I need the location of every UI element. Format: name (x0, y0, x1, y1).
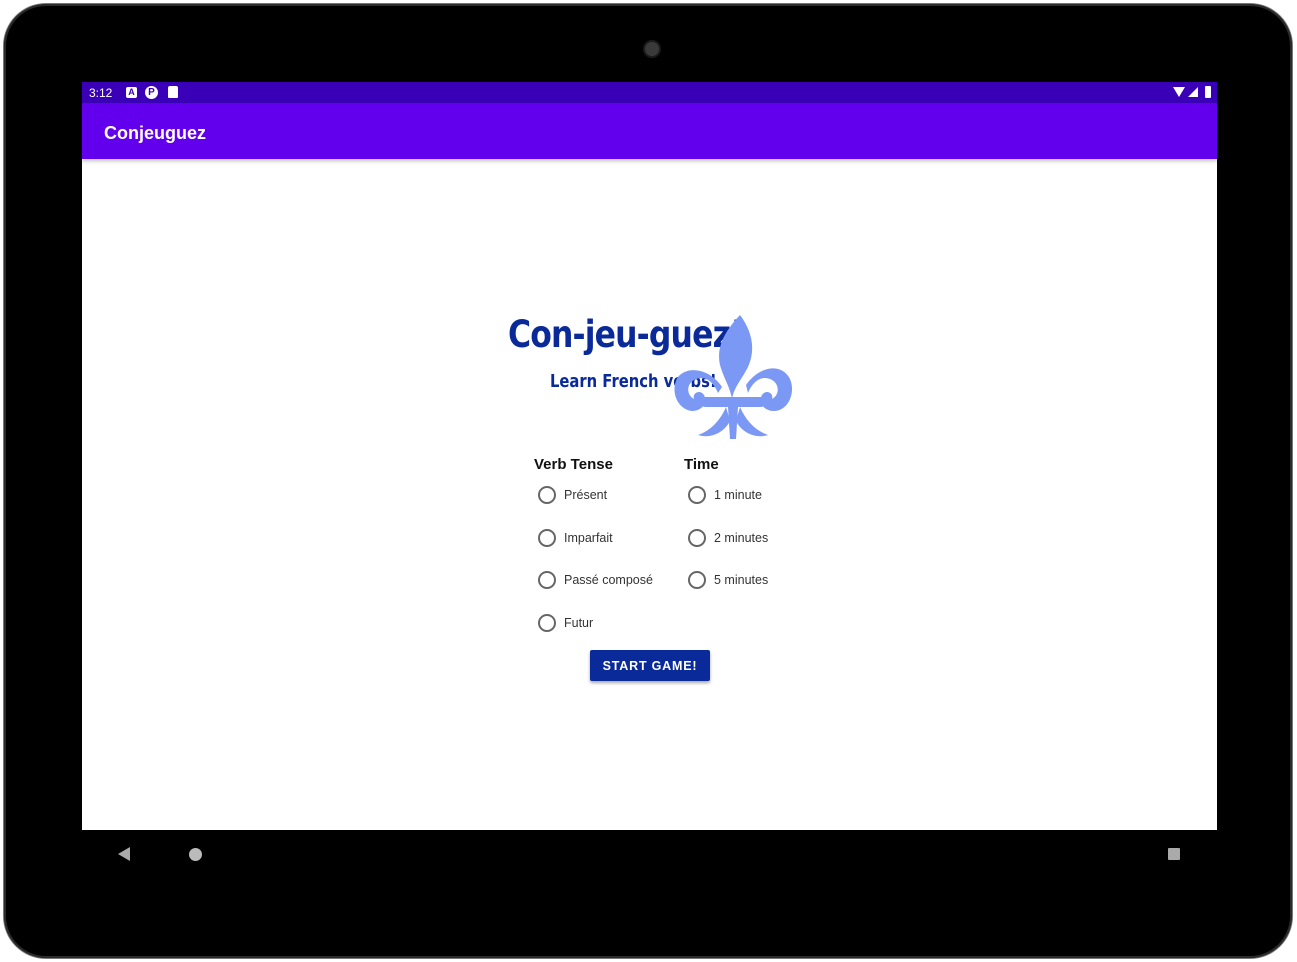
radio-button[interactable] (538, 614, 556, 632)
radio-futur[interactable]: Futur (538, 612, 593, 634)
radio-button[interactable] (538, 529, 556, 547)
recents-icon[interactable] (1168, 848, 1180, 860)
status-time: 3:12 (89, 86, 113, 100)
radio-label: Passé composé (564, 573, 653, 587)
navigation-bar (82, 830, 1217, 880)
radio-button[interactable] (688, 571, 706, 589)
radio-label: Imparfait (564, 531, 613, 545)
radio-button[interactable] (688, 529, 706, 547)
sd-card-icon (168, 86, 178, 98)
battery-icon (1205, 86, 1211, 98)
a-icon: A (126, 87, 137, 98)
radio-label: 2 minutes (714, 531, 769, 545)
pocket-casts-icon: P (145, 86, 158, 99)
verb-tense-heading: Verb Tense (534, 456, 613, 473)
back-icon[interactable] (118, 847, 130, 861)
radio-label: Présent (564, 488, 608, 502)
radio-button[interactable] (538, 486, 556, 504)
radio-imparfait[interactable]: Imparfait (538, 527, 613, 549)
app-logo: Con-jeu-guez! Learn French verbs! (506, 310, 796, 445)
app-title: Conjeuguez (104, 123, 206, 143)
radio-label: Futur (564, 616, 594, 630)
app-bar: Conjeuguez (82, 103, 1217, 159)
fleur-de-lis-icon (674, 315, 793, 439)
radio-2-minutes[interactable]: 2 minutes (688, 527, 768, 549)
time-heading: Time (684, 456, 719, 473)
device-screen: 3:12 A P Conjeuguez Con-jeu-guez! Learn … (82, 82, 1217, 830)
signal-icon (1188, 87, 1198, 97)
radio-5-minutes[interactable]: 5 minutes (688, 569, 768, 591)
camera-icon (645, 42, 659, 56)
radio-button[interactable] (688, 486, 706, 504)
radio-button[interactable] (538, 571, 556, 589)
status-bar: 3:12 A P (82, 82, 1217, 103)
radio-label: 5 minutes (714, 573, 769, 587)
radio-present[interactable]: Présent (538, 484, 607, 506)
wifi-icon (1173, 87, 1185, 97)
radio-1-minute[interactable]: 1 minute (688, 484, 762, 506)
home-icon[interactable] (189, 848, 202, 861)
radio-passe-compose[interactable]: Passé composé (538, 569, 653, 591)
radio-label: 1 minute (714, 488, 762, 502)
start-game-button[interactable]: START GAME! (590, 650, 710, 681)
